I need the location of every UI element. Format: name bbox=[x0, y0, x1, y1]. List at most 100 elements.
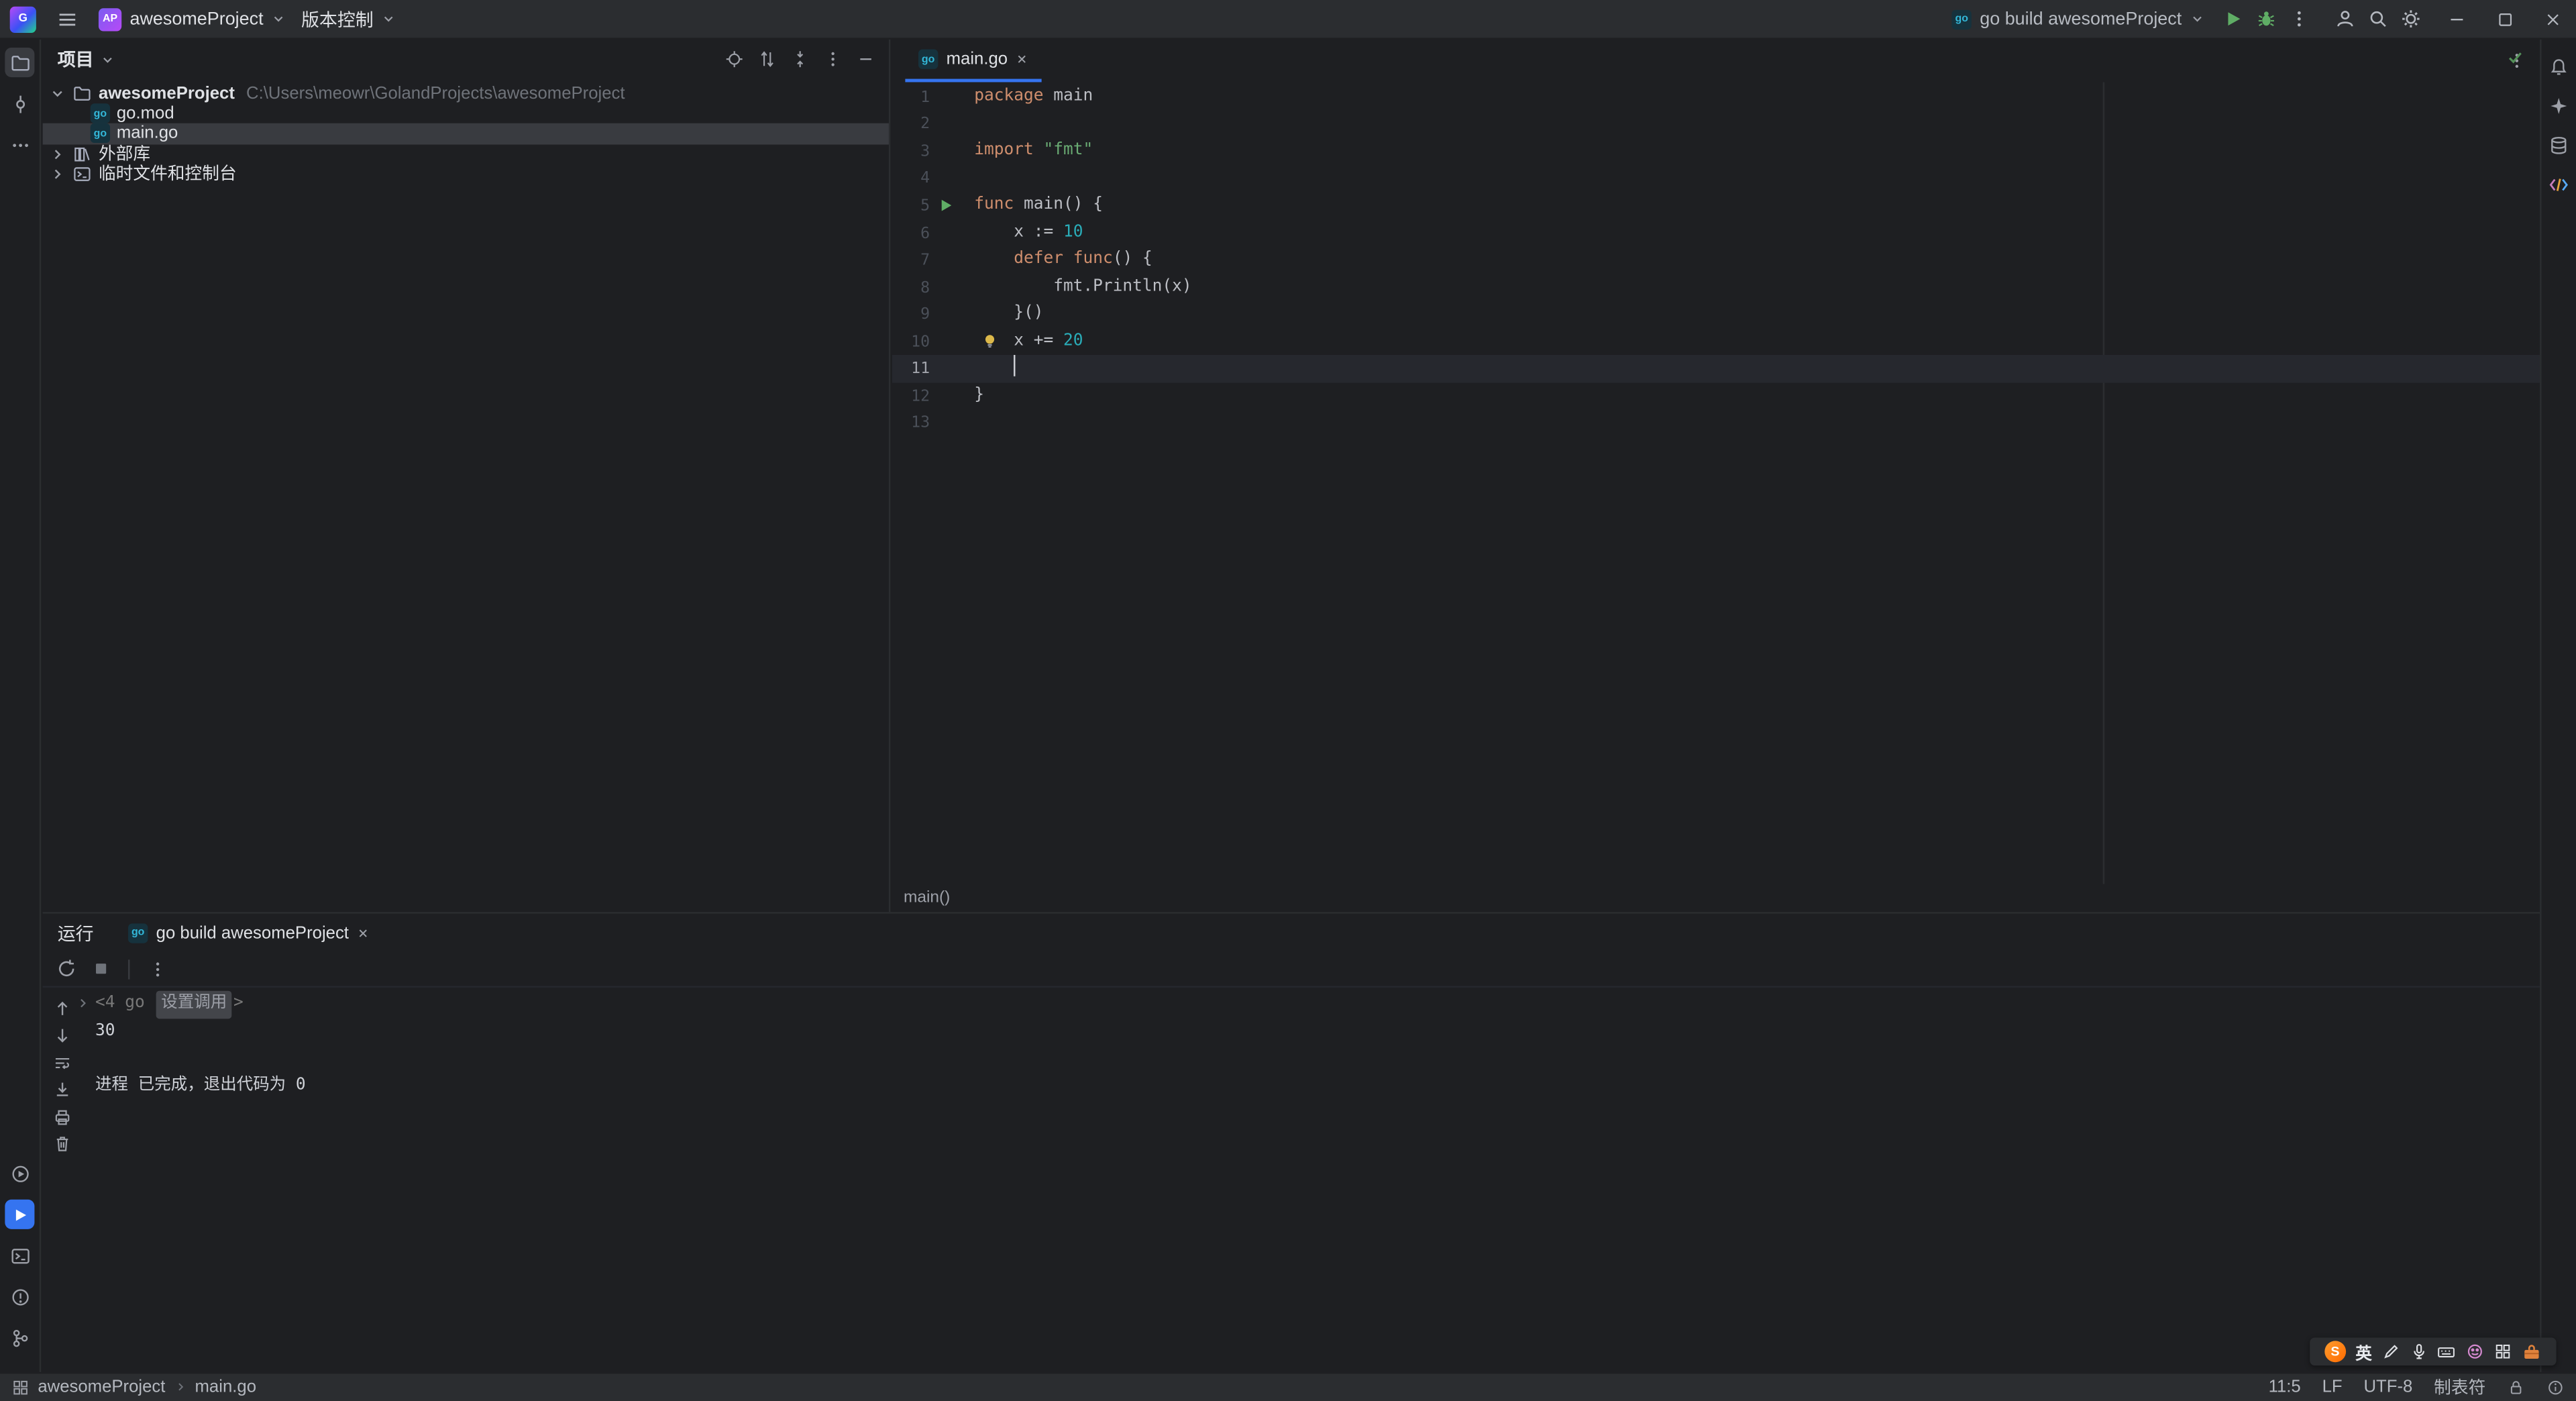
text-cursor bbox=[1014, 355, 1016, 377]
close-button[interactable] bbox=[2528, 0, 2576, 39]
clear-console-button[interactable] bbox=[50, 1133, 75, 1155]
notification-circle-icon[interactable] bbox=[2546, 1378, 2565, 1396]
status-project-name[interactable]: awesomeProject bbox=[38, 1378, 165, 1397]
close-tab-icon[interactable] bbox=[357, 926, 370, 939]
maximize-button[interactable] bbox=[2481, 0, 2528, 39]
settings-button[interactable] bbox=[2394, 3, 2426, 36]
commit-icon bbox=[15, 95, 24, 113]
problems-tool-button[interactable] bbox=[5, 1282, 34, 1311]
run-tab-go-build[interactable]: go go build awesomeProject bbox=[117, 914, 382, 951]
code-line-10[interactable]: 10 x += 20 bbox=[892, 329, 2540, 356]
chevron-down-icon bbox=[2193, 16, 2202, 22]
expand-all-button[interactable] bbox=[754, 47, 779, 72]
go-run-config-icon: go bbox=[128, 923, 148, 943]
console-link[interactable]: 设置调用 bbox=[156, 990, 232, 1019]
tree-chevron-icon[interactable] bbox=[49, 166, 65, 182]
code-line-1[interactable]: 1 package main bbox=[892, 84, 2540, 111]
rerun-button[interactable] bbox=[54, 958, 79, 980]
close-tab-icon[interactable] bbox=[1016, 52, 1029, 66]
rerun-icon bbox=[58, 959, 74, 977]
user-account-button[interactable] bbox=[2328, 3, 2361, 36]
vcs-widget[interactable]: 版本控制 bbox=[301, 6, 396, 32]
code-line-6[interactable]: 6 x := 10 bbox=[892, 220, 2540, 248]
code-line-13[interactable]: 13 bbox=[892, 410, 2540, 437]
breadcrumb[interactable]: main() bbox=[892, 884, 2540, 913]
version-control-tool-button[interactable] bbox=[5, 1322, 34, 1352]
code-line-4[interactable]: 4 bbox=[892, 165, 2540, 193]
services-tool-button[interactable] bbox=[5, 1159, 34, 1188]
locate-file-button[interactable] bbox=[721, 47, 746, 72]
line-number: 8 bbox=[920, 278, 930, 297]
tree-item-3[interactable]: 外部库 bbox=[43, 144, 889, 164]
run-options-button[interactable] bbox=[145, 958, 170, 980]
tree-item-1[interactable]: go go.mod bbox=[43, 103, 889, 124]
notifications-button[interactable] bbox=[2544, 51, 2573, 81]
terminal-tool-button[interactable] bbox=[5, 1241, 34, 1270]
commit-tool-button[interactable] bbox=[5, 89, 34, 118]
lock-icon[interactable] bbox=[2507, 1378, 2525, 1396]
ime-language-mode[interactable]: 英 bbox=[2355, 1339, 2371, 1364]
more-tool-windows-button[interactable] bbox=[5, 129, 34, 159]
editor-tab-main-go[interactable]: go main.go bbox=[905, 40, 1042, 83]
scroll-to-end-button[interactable] bbox=[50, 1079, 75, 1100]
code-line-12[interactable]: 12} bbox=[892, 383, 2540, 411]
project-widget[interactable]: AP awesomeProject bbox=[98, 7, 286, 31]
print-button[interactable] bbox=[50, 1106, 75, 1127]
sogou-logo-icon[interactable]: S bbox=[2324, 1341, 2346, 1363]
ai-assistant-button[interactable] bbox=[2544, 91, 2573, 120]
soft-wrap-button[interactable] bbox=[50, 1051, 75, 1073]
tree-chevron-icon[interactable] bbox=[49, 146, 65, 162]
tree-item-2[interactable]: go main.go bbox=[42, 123, 889, 144]
code-line-8[interactable]: 8 fmt.Println(x) bbox=[892, 274, 2540, 302]
minimize-button[interactable] bbox=[2433, 0, 2481, 39]
database-button[interactable] bbox=[2544, 129, 2573, 159]
code-line-3[interactable]: 3 import "fmt" bbox=[892, 138, 2540, 166]
tree-item-4[interactable]: 临时文件和控制台 bbox=[43, 164, 889, 185]
pen-icon[interactable] bbox=[2381, 1343, 2400, 1361]
tree-chevron-icon[interactable] bbox=[49, 86, 65, 102]
project-panel-title[interactable]: 项目 bbox=[58, 46, 115, 72]
fold-chevron-icon bbox=[80, 998, 86, 1008]
search-everywhere-button[interactable] bbox=[2361, 3, 2394, 36]
file-encoding[interactable]: UTF-8 bbox=[2363, 1378, 2412, 1397]
run-panel-title[interactable]: 运行 bbox=[58, 919, 94, 945]
code-line-11[interactable]: 11 bbox=[892, 355, 2540, 383]
project-badge: AP bbox=[98, 7, 122, 31]
panel-options-button[interactable] bbox=[820, 47, 845, 72]
status-file-name[interactable]: main.go bbox=[195, 1378, 256, 1397]
intention-bulb-icon[interactable] bbox=[981, 333, 999, 351]
stop-button[interactable] bbox=[89, 958, 113, 980]
collapse-all-button[interactable] bbox=[787, 47, 812, 72]
more-actions-button[interactable] bbox=[2282, 3, 2315, 36]
goland-window: G AP awesomeProject 版本控制 go go build awe… bbox=[0, 0, 2576, 1401]
microphone-icon[interactable] bbox=[2409, 1343, 2427, 1361]
project-tool-button[interactable] bbox=[5, 48, 35, 78]
code-line-5[interactable]: 5 func main() { bbox=[892, 193, 2540, 220]
console-fold-icon[interactable] bbox=[76, 996, 91, 1010]
run-button[interactable] bbox=[2216, 3, 2249, 36]
run-tool-button[interactable] bbox=[5, 1199, 35, 1229]
endpoints-button[interactable] bbox=[2544, 169, 2573, 199]
keyboard-icon[interactable] bbox=[2437, 1342, 2457, 1361]
tree-item-0[interactable]: awesomeProject C:\Users\meowr\GolandProje… bbox=[43, 84, 889, 104]
grid-icon[interactable] bbox=[2494, 1343, 2512, 1361]
editor-area: go main.go 1 package main 2 3 import "fmt" 4 5… bbox=[892, 39, 2540, 913]
code-line-7[interactable]: 7 defer func() { bbox=[892, 247, 2540, 274]
emoji-icon[interactable] bbox=[2467, 1343, 2485, 1361]
line-number: 11 bbox=[911, 360, 930, 378]
next-occurrence-button[interactable] bbox=[50, 1025, 75, 1046]
code-line-9[interactable]: 9 }() bbox=[892, 301, 2540, 329]
run-config-selector[interactable]: go go build awesomeProject bbox=[1940, 1, 2216, 37]
toolbox-icon[interactable] bbox=[2522, 1342, 2541, 1361]
run-gutter-icon[interactable] bbox=[938, 198, 954, 214]
debug-button[interactable] bbox=[2249, 3, 2282, 36]
line-ending[interactable]: LF bbox=[2322, 1378, 2343, 1397]
code-line-2[interactable]: 2 bbox=[892, 111, 2540, 138]
main-menu-button[interactable] bbox=[51, 3, 84, 36]
inspections-ok-icon[interactable] bbox=[2506, 48, 2525, 67]
indent-style[interactable]: 制表符 bbox=[2434, 1375, 2485, 1400]
cursor-position[interactable]: 11:5 bbox=[2269, 1378, 2301, 1397]
chevron-right-icon bbox=[54, 169, 61, 179]
prev-occurrence-button[interactable] bbox=[50, 998, 75, 1019]
hide-panel-button[interactable] bbox=[853, 47, 877, 72]
